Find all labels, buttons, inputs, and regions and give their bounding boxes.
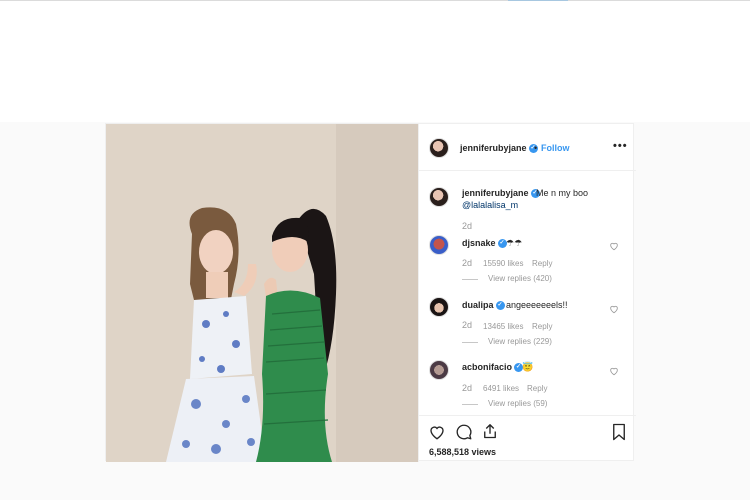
- caption-text: Me n my boo: [536, 188, 589, 198]
- comment-username[interactable]: dualipa ✓: [462, 300, 505, 311]
- comment-reply-button[interactable]: Reply: [532, 259, 552, 268]
- comment-likes[interactable]: 6491 likes: [483, 384, 519, 393]
- comment-avatar[interactable]: [429, 360, 449, 380]
- comment-reply-button[interactable]: Reply: [527, 384, 547, 393]
- verified-badge-icon: ✓: [495, 301, 505, 311]
- views-count[interactable]: 6,588,518 views: [429, 447, 496, 457]
- share-icon[interactable]: [481, 422, 499, 441]
- replies-line: [462, 342, 478, 343]
- separator-dot: •: [534, 143, 538, 153]
- comment-icon[interactable]: [455, 423, 473, 441]
- post-photo-illustration: [106, 124, 418, 462]
- comment-username[interactable]: acbonifacio ✓: [462, 362, 524, 373]
- replies-line: [462, 404, 478, 405]
- author-username[interactable]: jenniferubyjane ✓: [460, 143, 538, 154]
- more-options-icon[interactable]: •••: [613, 140, 628, 152]
- view-replies-button[interactable]: View replies (229): [488, 337, 552, 346]
- comment-likes[interactable]: 15590 likes: [483, 259, 523, 268]
- follow-button[interactable]: Follow: [541, 143, 570, 153]
- comment-text: ☂☂: [506, 238, 523, 248]
- top-divider-accent: [508, 0, 568, 1]
- comment-text: 😇: [522, 362, 534, 372]
- caption-mention-link[interactable]: @lalalalisa_m: [462, 200, 518, 210]
- comment-text: angeeeeeeels!!: [506, 300, 568, 310]
- comment-likes[interactable]: 13465 likes: [483, 322, 523, 331]
- post-side-panel: jenniferubyjane ✓ • Follow ••• jenniferub…: [418, 124, 636, 462]
- post-actions-bar: 6,588,518 views: [419, 415, 636, 462]
- caption-time[interactable]: 2d: [462, 221, 472, 231]
- comment-time[interactable]: 2d: [462, 383, 472, 393]
- author-avatar[interactable]: [429, 138, 449, 158]
- comment-username-text[interactable]: djsnake: [462, 238, 496, 248]
- heart-icon[interactable]: [609, 304, 619, 314]
- replies-line: [462, 279, 478, 280]
- author-username-text[interactable]: jenniferubyjane: [460, 143, 527, 153]
- post-header: jenniferubyjane ✓ • Follow •••: [419, 124, 636, 171]
- comment-avatar[interactable]: [429, 235, 449, 255]
- view-replies-button[interactable]: View replies (59): [488, 399, 547, 408]
- comment-reply-button[interactable]: Reply: [532, 322, 552, 331]
- comment-username-text[interactable]: acbonifacio: [462, 362, 512, 372]
- caption-username-text[interactable]: jenniferubyjane: [462, 188, 529, 198]
- comment-avatar[interactable]: [429, 297, 449, 317]
- bookmark-icon[interactable]: [611, 423, 627, 441]
- caption-username[interactable]: jenniferubyjane ✓: [462, 188, 540, 199]
- heart-icon[interactable]: [609, 241, 619, 251]
- heart-icon[interactable]: [428, 423, 446, 441]
- comment-time[interactable]: 2d: [462, 258, 472, 268]
- heart-icon[interactable]: [609, 366, 619, 376]
- instagram-post: jenniferubyjane ✓ • Follow ••• jenniferub…: [105, 123, 636, 462]
- top-divider: [0, 0, 750, 1]
- caption-avatar[interactable]: [429, 187, 449, 207]
- comment-time[interactable]: 2d: [462, 320, 472, 330]
- view-replies-button[interactable]: View replies (420): [488, 274, 552, 283]
- post-photo[interactable]: [106, 124, 418, 462]
- comment-username-text[interactable]: dualipa: [462, 300, 494, 310]
- comment-username[interactable]: djsnake ✓: [462, 238, 507, 249]
